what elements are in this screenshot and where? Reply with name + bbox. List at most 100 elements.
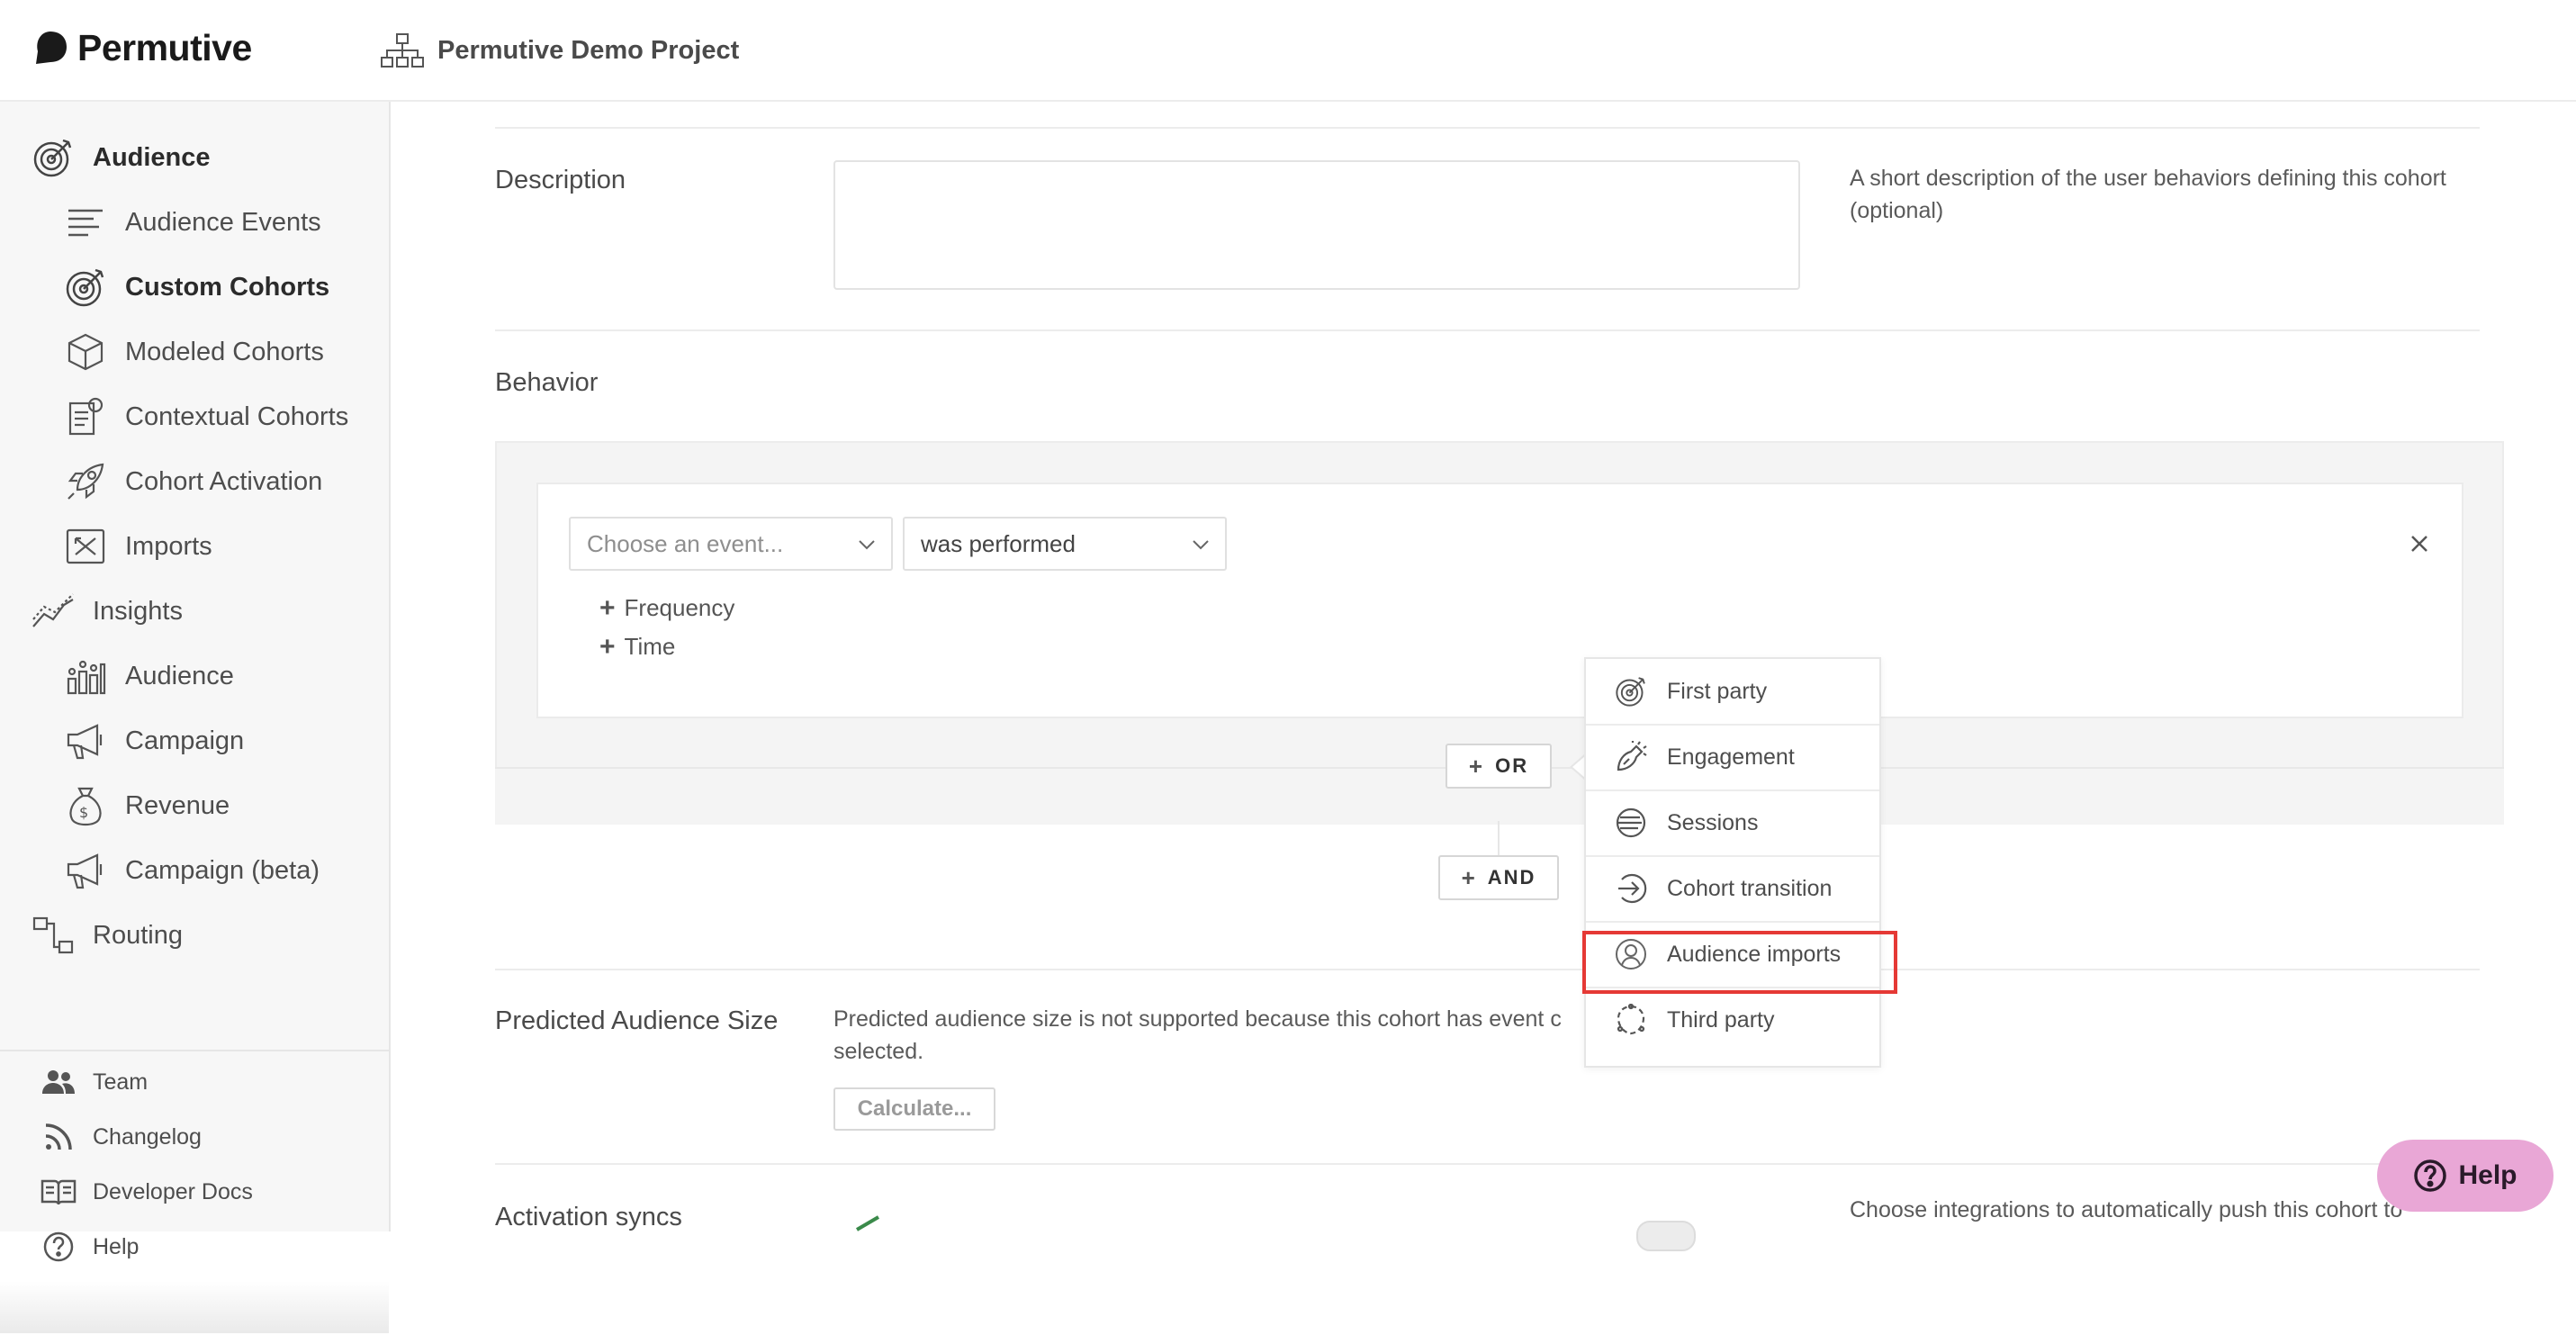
sidebar-item-contextual-cohorts[interactable]: Contextual Cohorts	[0, 392, 389, 442]
sidebar-item-audience-events[interactable]: Audience Events	[0, 197, 389, 248]
event-select[interactable]: Choose an event...	[569, 517, 893, 571]
sidebar-item-label: Team	[93, 1069, 149, 1095]
add-time-label: Time	[624, 633, 676, 660]
or-button[interactable]: + OR	[1446, 744, 1552, 789]
sidebar-item-label: Help	[93, 1233, 140, 1259]
target-icon	[63, 265, 108, 310]
sidebar-item-label: Changelog	[93, 1123, 202, 1150]
add-frequency-label: Frequency	[624, 594, 735, 621]
menu-item-first-party[interactable]: First party	[1586, 659, 1879, 726]
menu-item-engagement[interactable]: Engagement	[1586, 725, 1879, 791]
condition-select-value: was performed	[921, 529, 1076, 557]
sidebar-item-label: Campaign (beta)	[125, 855, 320, 885]
menu-item-label: First party	[1667, 678, 1768, 704]
menu-item-label: Sessions	[1667, 809, 1759, 835]
sidebar-item-label: Modeled Cohorts	[125, 337, 324, 366]
help-widget-button[interactable]: Help	[2377, 1140, 2553, 1212]
sidebar-item-campaign[interactable]: Campaign	[0, 716, 389, 766]
divider	[495, 1163, 2480, 1165]
sidebar-item-label: Custom Cohorts	[125, 272, 330, 302]
sidebar-item-team[interactable]: Team	[0, 1060, 389, 1104]
help-circle-icon	[40, 1228, 77, 1266]
plus-icon: +	[1461, 864, 1477, 891]
or-button-label: OR	[1495, 754, 1529, 777]
sidebar-bottom-nav: Team Changelog Developer Docs Help	[0, 1050, 389, 1335]
plus-icon: +	[1468, 753, 1485, 780]
third-party-icon	[1613, 1002, 1649, 1038]
activation-syncs-label: Activation syncs	[495, 1203, 682, 1231]
sidebar-item-label: Audience	[93, 142, 211, 172]
sidebar-item-label: Revenue	[125, 790, 230, 820]
book-icon	[40, 1173, 77, 1211]
menu-item-label: Audience imports	[1667, 941, 1842, 967]
description-label: Description	[495, 166, 626, 194]
plus-icon: +	[599, 631, 616, 662]
connector-line	[1498, 821, 1500, 855]
person-circle-icon	[1613, 936, 1649, 972]
sidebar-item-cohort-activation[interactable]: Cohort Activation	[0, 456, 389, 507]
cube-icon	[63, 329, 108, 374]
help-circle-icon	[2414, 1159, 2447, 1192]
sidebar-item-revenue[interactable]: $ Revenue	[0, 780, 389, 831]
description-help-text: A short description of the user behavior…	[1850, 166, 2446, 223]
menu-item-label: Engagement	[1667, 744, 1795, 770]
sidebar-item-campaign-beta[interactable]: Campaign (beta)	[0, 845, 389, 896]
sidebar-item-changelog[interactable]: Changelog	[0, 1115, 389, 1159]
hierarchy-icon	[381, 33, 424, 68]
activation-toggle[interactable]	[1636, 1221, 1696, 1251]
sidebar-item-audience[interactable]: Audience	[0, 132, 389, 183]
sidebar-item-label: Imports	[125, 531, 212, 561]
brand-logo[interactable]: Permutive	[32, 25, 252, 70]
sidebar-item-custom-cohorts[interactable]: Custom Cohorts	[0, 262, 389, 312]
add-frequency-link[interactable]: + Frequency	[599, 594, 734, 622]
menu-item-third-party[interactable]: Third party	[1586, 988, 1879, 1052]
brand-name: Permutive	[77, 26, 252, 68]
menu-item-cohort-transition[interactable]: Cohort transition	[1586, 856, 1879, 923]
calculate-button[interactable]: Calculate...	[833, 1087, 995, 1131]
predicted-size-text: Predicted audience size is not supported…	[833, 1003, 1562, 1068]
condition-select[interactable]: was performed	[903, 517, 1227, 571]
engagement-icon	[1613, 739, 1649, 775]
close-icon[interactable]	[2407, 531, 2432, 556]
project-switcher[interactable]: Permutive Demo Project	[380, 32, 739, 68]
predicted-size-text-line2: selected.	[833, 1039, 924, 1064]
megaphone-icon	[63, 718, 108, 763]
sidebar-item-label: Routing	[93, 920, 183, 950]
sidebar-item-insights[interactable]: Insights	[0, 586, 389, 636]
routing-icon	[31, 913, 76, 958]
predicted-size-label: Predicted Audience Size	[495, 1006, 779, 1035]
menu-item-label: Third party	[1667, 1006, 1775, 1033]
checkmark-icon	[855, 1215, 880, 1231]
sidebar-item-label: Insights	[93, 596, 183, 626]
bar-chart-icon	[63, 654, 108, 699]
and-button-label: AND	[1487, 866, 1536, 888]
sidebar-item-modeled-cohorts[interactable]: Modeled Cohorts	[0, 327, 389, 377]
megaphone-icon	[63, 848, 108, 893]
top-bar: Permutive Permutive Demo Project	[0, 0, 2576, 102]
description-textarea[interactable]	[833, 160, 1800, 290]
money-bag-icon: $	[63, 783, 108, 828]
import-icon	[63, 524, 108, 569]
sidebar-item-developer-docs[interactable]: Developer Docs	[0, 1170, 389, 1213]
event-type-menu: First party Engagement Sessions Cohort t…	[1584, 657, 1881, 1068]
divider	[495, 329, 2480, 331]
sessions-icon	[1613, 805, 1649, 841]
sidebar-item-label: Cohort Activation	[125, 466, 323, 496]
add-time-link[interactable]: + Time	[599, 633, 675, 661]
menu-item-audience-imports[interactable]: Audience imports	[1586, 922, 1879, 988]
rss-icon	[40, 1118, 77, 1156]
menu-item-sessions[interactable]: Sessions	[1586, 790, 1879, 857]
sidebar-item-label: Campaign	[125, 726, 245, 755]
svg-text:$: $	[79, 804, 88, 821]
sidebar-item-routing[interactable]: Routing	[0, 910, 389, 961]
sidebar-item-insights-audience[interactable]: Audience	[0, 651, 389, 701]
sidebar: Audience Audience Events Custom Cohorts …	[0, 102, 391, 1333]
and-button[interactable]: + AND	[1438, 855, 1559, 900]
sidebar-item-help[interactable]: Help	[0, 1225, 389, 1268]
trend-icon	[31, 589, 76, 634]
rocket-icon	[63, 459, 108, 504]
team-icon	[40, 1063, 77, 1101]
sidebar-item-imports[interactable]: Imports	[0, 521, 389, 572]
plus-icon: +	[599, 592, 616, 623]
sidebar-item-label: Audience Events	[125, 207, 321, 237]
